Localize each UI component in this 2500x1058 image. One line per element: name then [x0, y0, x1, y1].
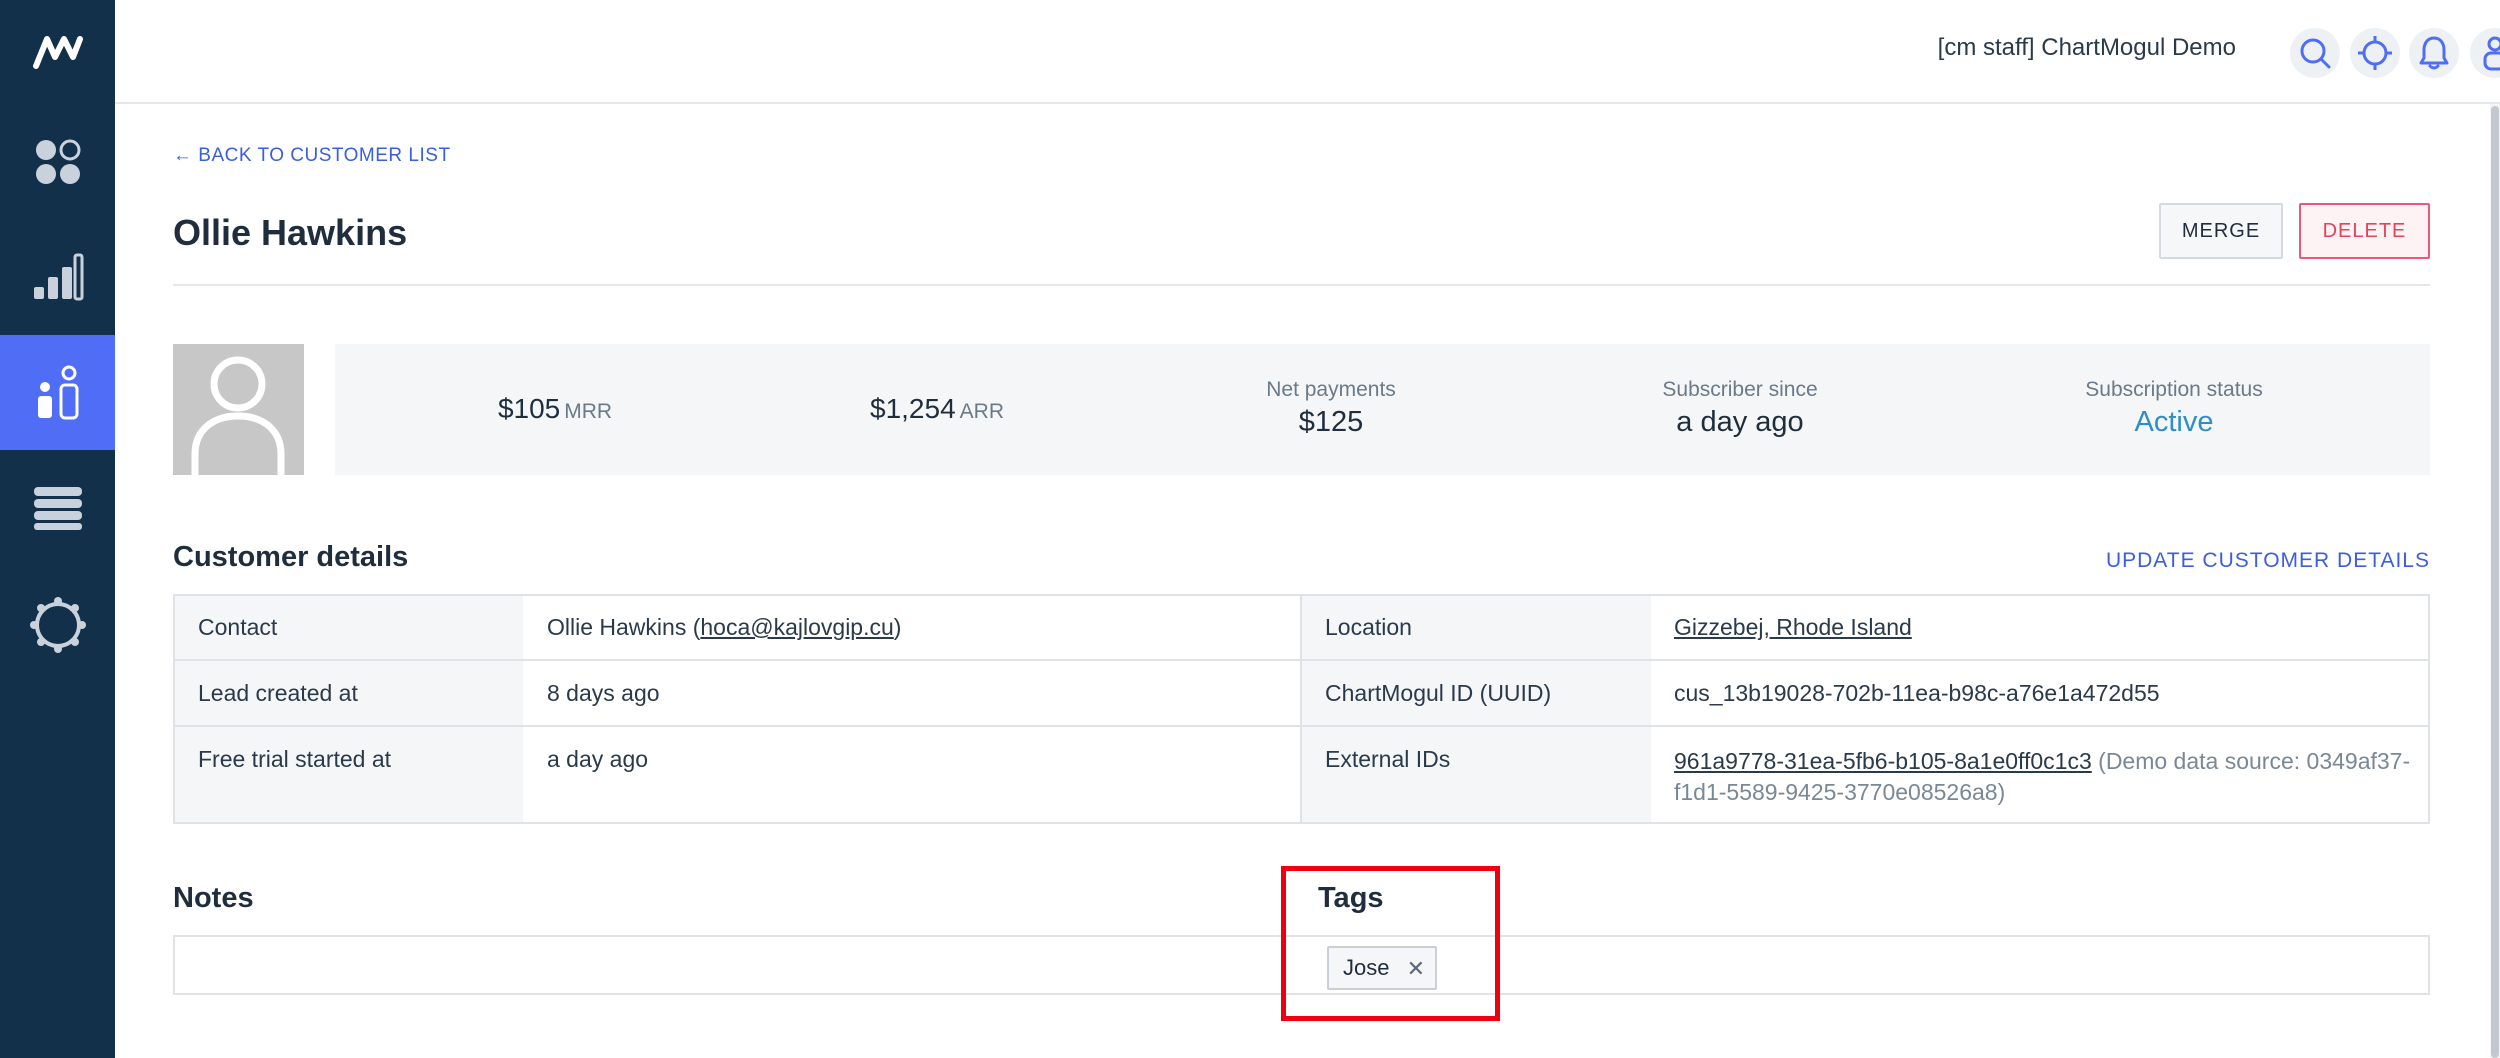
list-icon	[33, 486, 82, 530]
contact-value: Ollie Hawkins (hoca@kajlovgip.cu)	[547, 614, 901, 641]
page-title: Ollie Hawkins	[173, 212, 408, 253]
free-trial-value: a day ago	[547, 746, 649, 772]
customer-details-title: Customer details	[173, 541, 409, 573]
net-payments-label: Net payments	[1266, 378, 1396, 401]
merge-button[interactable]: MERGE	[2159, 203, 2283, 259]
lead-created-label: Lead created at	[198, 680, 358, 706]
external-source-line2: f1d1-5589-9425-3770e08526a8)	[1674, 779, 2006, 805]
mrr-value: $105	[497, 393, 561, 424]
external-source-line1: (Demo data source: 0349af37-	[2098, 748, 2411, 774]
subscriber-since-label: Subscriber since	[1662, 378, 1818, 401]
contact-close: )	[893, 614, 902, 640]
chartmogul-logo[interactable]	[0, 0, 115, 104]
free-trial-label: Free trial started at	[198, 746, 392, 772]
search-icon	[2300, 38, 2331, 69]
update-customer-details-link[interactable]: UPDATE CUSTOMER DETAILS	[2106, 549, 2430, 573]
tags-title: Tags	[1318, 882, 1384, 914]
uuid-label: ChartMogul ID (UUID)	[1325, 680, 1552, 706]
contact-email-link[interactable]: hoca@kajlovgip.cu	[700, 614, 893, 640]
profile-button[interactable]	[2470, 28, 2500, 78]
search-button[interactable]	[2290, 28, 2340, 78]
notes-input[interactable]	[173, 935, 2430, 995]
nav-settings[interactable]	[0, 567, 115, 682]
subscription-status-value: Active	[2134, 406, 2214, 438]
stat-net-payments: Net payments $125	[1266, 378, 1396, 439]
avatar	[173, 344, 304, 475]
default-avatar-icon	[191, 356, 285, 475]
tag-chip[interactable]: Jose ✕	[1327, 946, 1437, 990]
stat-subscriber-since: Subscriber since a day ago	[1662, 378, 1817, 439]
nav-analytics[interactable]	[0, 219, 115, 334]
stat-mrr: $105 MRR	[498, 393, 612, 425]
notes-title: Notes	[173, 882, 254, 914]
settings-gear-icon	[29, 596, 86, 653]
sidebar	[0, 0, 115, 1058]
remove-tag-icon[interactable]: ✕	[1407, 956, 1425, 982]
scrollbar-thumb[interactable]	[2491, 106, 2499, 1058]
top-bar: [cm staff] ChartMogul Demo	[115, 0, 2500, 104]
bar-chart-icon	[33, 253, 83, 300]
title-divider	[173, 284, 2430, 286]
delete-button[interactable]: DELETE	[2299, 203, 2430, 259]
nav-customers[interactable]	[0, 335, 115, 450]
customers-icon	[37, 365, 78, 419]
external-ids-value: 961a9778-31ea-5fb6-b105-8a1e0ff0c1c3 (De…	[1674, 746, 2410, 808]
subscriber-since-value: a day ago	[1676, 406, 1804, 438]
stat-arr: $1,254 ARR	[870, 393, 1004, 425]
arr-value: $1,254	[870, 393, 956, 424]
account-name[interactable]: [cm staff] ChartMogul Demo	[1938, 34, 2236, 62]
arr-unit: ARR	[959, 400, 1004, 423]
notifications-button[interactable]	[2409, 28, 2459, 78]
crosshair-button[interactable]	[2350, 28, 2400, 78]
mrr-unit: MRR	[564, 400, 613, 423]
nav-dashboard[interactable]	[0, 104, 115, 219]
dashboard-icon	[35, 139, 80, 184]
location-label: Location	[1325, 614, 1412, 640]
user-icon	[2483, 36, 2500, 71]
lead-created-value: 8 days ago	[547, 680, 660, 706]
crosshair-icon	[2358, 36, 2392, 70]
location-link[interactable]: Gizzebej, Rhode Island	[1674, 614, 1912, 640]
back-to-customer-list-link[interactable]: ← BACK TO CUSTOMER LIST	[173, 145, 451, 167]
subscription-status-label: Subscription status	[2085, 378, 2263, 401]
bell-icon	[2419, 36, 2449, 70]
location-value: Gizzebej, Rhode Island	[1674, 614, 1912, 641]
external-id-link[interactable]: 961a9778-31ea-5fb6-b105-8a1e0ff0c1c3	[1674, 748, 2092, 774]
external-ids-label: External IDs	[1325, 746, 1451, 772]
uuid-value: cus_13b19028-702b-11ea-b98c-a76e1a472d55	[1674, 680, 2160, 706]
nav-lists[interactable]	[0, 450, 115, 565]
contact-label: Contact	[198, 614, 278, 640]
net-payments-value: $125	[1298, 406, 1364, 438]
column-divider	[1300, 594, 1302, 824]
tag-label: Jose	[1343, 955, 1390, 980]
contact-name: Ollie Hawkins (	[547, 614, 701, 640]
logo-mark-icon	[32, 36, 83, 69]
stat-subscription-status: Subscription status Active	[2085, 378, 2262, 439]
